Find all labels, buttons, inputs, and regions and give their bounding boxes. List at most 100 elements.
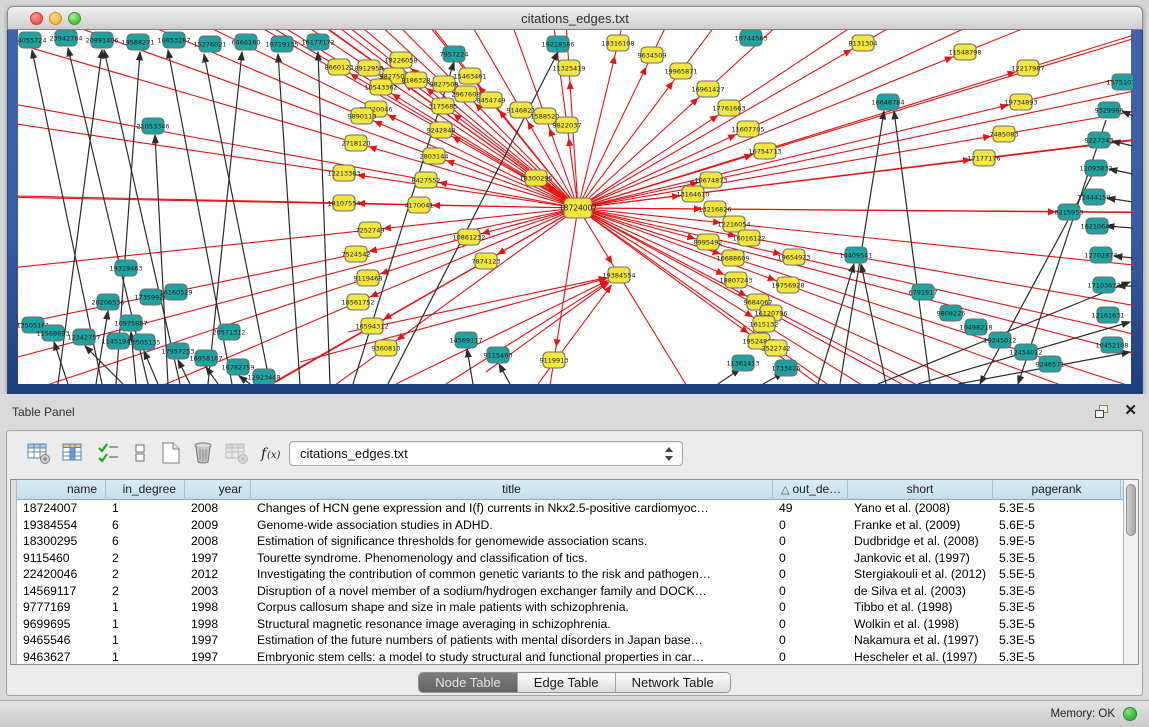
network-node[interactable]: 10861232: [452, 229, 485, 245]
network-node[interactable]: 9115460: [484, 347, 513, 363]
network-node[interactable]: 9119468: [354, 270, 383, 286]
network-node[interactable]: 14409541: [839, 247, 872, 263]
column-header-year[interactable]: year: [185, 480, 251, 500]
column-header-name[interactable]: name: [17, 480, 106, 500]
network-node[interactable]: 8215953: [1055, 204, 1084, 220]
network-node[interactable]: 17103672: [1087, 277, 1120, 293]
table-row[interactable]: 946554611997Estimation of the future num…: [17, 632, 1123, 649]
network-node[interactable]: 8454749: [477, 92, 506, 108]
network-node[interactable]: 20891406: [85, 32, 118, 48]
network-node[interactable]: 7252749: [356, 222, 385, 238]
network-node[interactable]: 1615132: [750, 316, 779, 332]
network-node[interactable]: 8427552: [412, 172, 441, 188]
network-node[interactable]: 9634509: [638, 47, 667, 63]
select-rows-icon[interactable]: [97, 441, 123, 467]
network-node[interactable]: 7485083: [990, 126, 1019, 142]
network-node[interactable]: 15751074: [1106, 74, 1133, 90]
network-node[interactable]: 4170041: [405, 197, 434, 213]
new-table-icon[interactable]: [159, 441, 185, 467]
network-node[interactable]: 24055724: [18, 32, 47, 48]
network-node[interactable]: 11548798: [948, 44, 981, 60]
network-node[interactable]: 6466160: [232, 34, 261, 50]
table-row[interactable]: 911546021997Tourette syndrome. Phenomeno…: [17, 550, 1123, 567]
network-node[interactable]: 9119913: [540, 352, 569, 368]
close-panel-icon[interactable]: ✕: [1124, 402, 1137, 420]
network-node[interactable]: 10653287: [157, 32, 190, 48]
network-node[interactable]: 9890113: [348, 108, 377, 124]
network-node[interactable]: 17177176: [967, 150, 1000, 166]
column-header-in_degree[interactable]: in_degree: [106, 480, 185, 500]
network-node[interactable]: 19319463: [109, 260, 142, 276]
network-node[interactable]: 9360810: [372, 340, 401, 356]
column-header-short[interactable]: short: [848, 480, 993, 500]
tab-network-table[interactable]: Network Table: [616, 673, 730, 692]
vertical-scrollbar[interactable]: [1123, 480, 1138, 664]
network-node[interactable]: 16210643: [1080, 218, 1113, 234]
network-node[interactable]: 6791917: [909, 284, 938, 300]
table-settings-icon[interactable]: [27, 441, 53, 467]
function-builder-icon[interactable]: f(x): [259, 441, 285, 467]
network-node[interactable]: 18561752: [341, 294, 374, 310]
network-node[interactable]: 9822037: [553, 117, 582, 133]
network-node[interactable]: 11325419: [552, 60, 585, 76]
table-row[interactable]: 2242004622012Investigating the contribut…: [17, 566, 1123, 583]
column-header-title[interactable]: title: [251, 480, 773, 500]
network-node[interactable]: 8660123: [325, 59, 354, 75]
network-node[interactable]: 9242848: [427, 122, 456, 138]
tab-edge-table[interactable]: Edge Table: [518, 673, 616, 692]
network-node[interactable]: 8186328: [402, 72, 431, 88]
table-row[interactable]: 969969511998Structural magnetic resonanc…: [17, 616, 1123, 633]
network-node[interactable]: 20571312: [212, 324, 245, 340]
network-node[interactable]: 23942784: [49, 30, 82, 46]
network-node[interactable]: 15276021: [193, 36, 226, 52]
network-node[interactable]: 16754713: [748, 143, 781, 159]
network-node[interactable]: 19654923: [777, 249, 810, 265]
column-header-out_de[interactable]: △out_de…: [773, 480, 848, 500]
table-row[interactable]: 1938455462009Genome-wide association stu…: [17, 517, 1123, 534]
network-node[interactable]: 10744563: [734, 30, 767, 46]
network-node[interactable]: 18724007: [559, 198, 597, 218]
column-header-pagerank[interactable]: pagerank: [993, 480, 1121, 500]
network-node[interactable]: 1733426: [772, 360, 801, 376]
network-canvas[interactable]: 2405572423942784208914061958827110653287…: [18, 30, 1131, 384]
memory-ok-icon[interactable]: [1123, 707, 1137, 721]
network-node[interactable]: 18316108: [601, 35, 634, 51]
network-node[interactable]: 9329966: [1095, 102, 1124, 118]
table-row[interactable]: 977716911998Corpus callosum shape and si…: [17, 599, 1123, 616]
network-node[interactable]: 19588271: [121, 34, 154, 50]
network-node[interactable]: 12093832: [1079, 160, 1112, 176]
network-node[interactable]: 19245012: [983, 332, 1016, 348]
delete-table-icon[interactable]: [191, 441, 217, 467]
network-node[interactable]: 8131304: [849, 35, 878, 51]
table-row[interactable]: 946362711997Embryonic stem cells: a mode…: [17, 649, 1123, 665]
network-node[interactable]: 14569117: [449, 332, 482, 348]
network-node[interactable]: 12217987: [1011, 60, 1044, 76]
network-node[interactable]: 8995492: [694, 234, 723, 250]
network-node[interactable]: 16961427: [691, 81, 724, 97]
network-node[interactable]: 2718120: [342, 135, 371, 151]
network-node[interactable]: 10719135: [265, 36, 298, 52]
network-node[interactable]: 9227343: [1085, 132, 1114, 148]
network-table-select[interactable]: citations_edges.txt: [289, 441, 683, 466]
network-node[interactable]: 12161631: [1091, 307, 1124, 323]
network-node[interactable]: 9808226: [937, 305, 966, 321]
tab-node-table[interactable]: Node Table: [419, 673, 518, 692]
table-row[interactable]: 1830029562008Estimation of significance …: [17, 533, 1123, 550]
network-node[interactable]: 9246571: [1036, 356, 1065, 372]
row-height-icon[interactable]: [129, 441, 155, 467]
network-node[interactable]: 10688609: [716, 250, 749, 266]
network-node[interactable]: 2522742: [762, 340, 791, 356]
column-chooser-icon[interactable]: [61, 441, 87, 467]
network-node[interactable]: 12454012: [1009, 344, 1042, 360]
network-node[interactable]: 19734893: [1004, 94, 1037, 110]
network-node[interactable]: 7874123: [472, 253, 501, 269]
scrollbar-thumb[interactable]: [1126, 484, 1136, 536]
network-node[interactable]: 18107554: [327, 195, 360, 211]
network-node[interactable]: 19965871: [664, 63, 697, 79]
network-node[interactable]: 13216826: [698, 201, 731, 217]
network-node[interactable]: 2803144: [420, 148, 449, 164]
network-node[interactable]: 19384554: [602, 267, 635, 283]
table-row[interactable]: 1872400712008Changes of HCN gene express…: [17, 500, 1123, 517]
network-node[interactable]: 19218586: [541, 36, 574, 52]
window-titlebar[interactable]: citations_edges.txt: [7, 6, 1143, 30]
